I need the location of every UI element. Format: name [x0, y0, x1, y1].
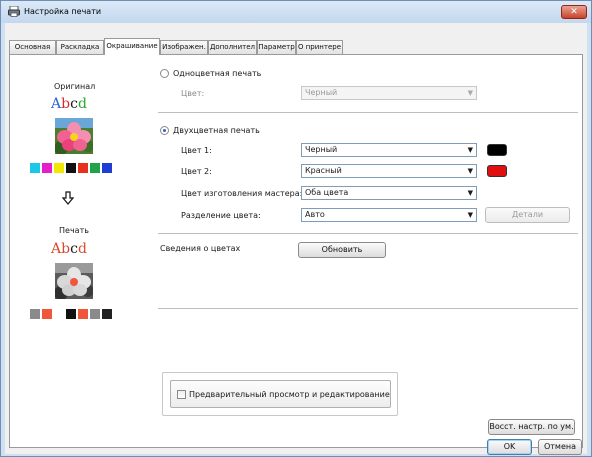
- print-label: Печать: [59, 226, 89, 235]
- original-sample-text: Abcd: [51, 96, 87, 112]
- divider: [158, 112, 578, 113]
- tab-about-printer[interactable]: О принтере: [296, 40, 343, 54]
- duo-print-radio[interactable]: [160, 126, 169, 135]
- color1-value: Черный: [305, 145, 338, 154]
- master-color-value: Оба цвета: [305, 188, 349, 197]
- mono-color-label: Цвет:: [181, 89, 205, 98]
- tab-image[interactable]: Изображен.: [160, 40, 208, 54]
- divider: [158, 233, 578, 234]
- mono-color-value: Черный: [305, 88, 338, 97]
- print-flower-image: [55, 263, 93, 299]
- color1-select[interactable]: Черный ▼: [301, 143, 477, 157]
- tab-parameter[interactable]: Параметр: [257, 40, 296, 54]
- color2-value: Красный: [305, 166, 342, 175]
- tab-advanced[interactable]: Дополнител: [208, 40, 257, 54]
- chevron-down-icon: ▼: [467, 146, 473, 154]
- preview-edit-group: Предварительный просмотр и редактировани…: [162, 372, 398, 416]
- restore-defaults-button[interactable]: Восст. настр. по ум.: [488, 419, 575, 435]
- close-button[interactable]: ✕: [561, 5, 587, 19]
- mono-print-radio[interactable]: [160, 69, 169, 78]
- separation-select[interactable]: Авто ▼: [301, 208, 477, 222]
- tab-layout[interactable]: Раскладка: [56, 40, 104, 54]
- mono-color-select[interactable]: Черный ▼: [301, 86, 477, 100]
- dialog-client: Основная Раскладка Окрашивание Изображен…: [5, 23, 587, 455]
- down-arrow-icon: [62, 191, 74, 205]
- details-button[interactable]: Детали: [485, 207, 570, 223]
- original-flower-image: [55, 118, 93, 154]
- color-info-label: Сведения о цветах: [160, 244, 241, 253]
- separation-label: Разделение цвета:: [181, 211, 261, 220]
- refresh-button[interactable]: Обновить: [298, 242, 386, 258]
- color1-label: Цвет 1:: [181, 146, 212, 155]
- duo-print-label: Двухцветная печать: [173, 126, 260, 135]
- mono-print-label: Одноцветная печать: [173, 69, 262, 78]
- color2-select[interactable]: Красный ▼: [301, 164, 477, 178]
- window-title: Настройка печати: [24, 7, 102, 16]
- coloring-panel: Оригинал Abcd Печать Abcd Одноцветная пе…: [9, 54, 583, 448]
- separation-value: Авто: [305, 210, 325, 219]
- divider: [158, 308, 578, 309]
- cancel-button[interactable]: Отмена: [538, 439, 582, 455]
- chevron-down-icon: ▼: [467, 189, 473, 197]
- printer-icon: [8, 6, 20, 17]
- master-color-label: Цвет изготовления мастера:: [181, 189, 303, 198]
- master-color-select[interactable]: Оба цвета ▼: [301, 186, 477, 200]
- color2-chip: [487, 165, 507, 177]
- ok-button[interactable]: OK: [487, 439, 532, 455]
- tab-coloring[interactable]: Окрашивание: [104, 38, 160, 55]
- print-settings-window: Настройка печати ✕ Основная Раскладка Ок…: [0, 0, 592, 457]
- color2-label: Цвет 2:: [181, 167, 212, 176]
- close-icon: ✕: [570, 7, 578, 17]
- title-bar: Настройка печати ✕: [1, 1, 591, 23]
- tab-basic[interactable]: Основная: [9, 40, 56, 54]
- chevron-down-icon: ▼: [467, 167, 473, 175]
- chevron-down-icon: ▼: [467, 211, 473, 219]
- color1-chip: [487, 144, 507, 156]
- preview-edit-label: Предварительный просмотр и редактировани…: [189, 390, 390, 399]
- preview-edit-checkbox[interactable]: [177, 390, 186, 399]
- chevron-down-icon: ▼: [467, 89, 473, 97]
- print-sample-text: Abcd: [51, 241, 87, 257]
- original-label: Оригинал: [54, 82, 96, 91]
